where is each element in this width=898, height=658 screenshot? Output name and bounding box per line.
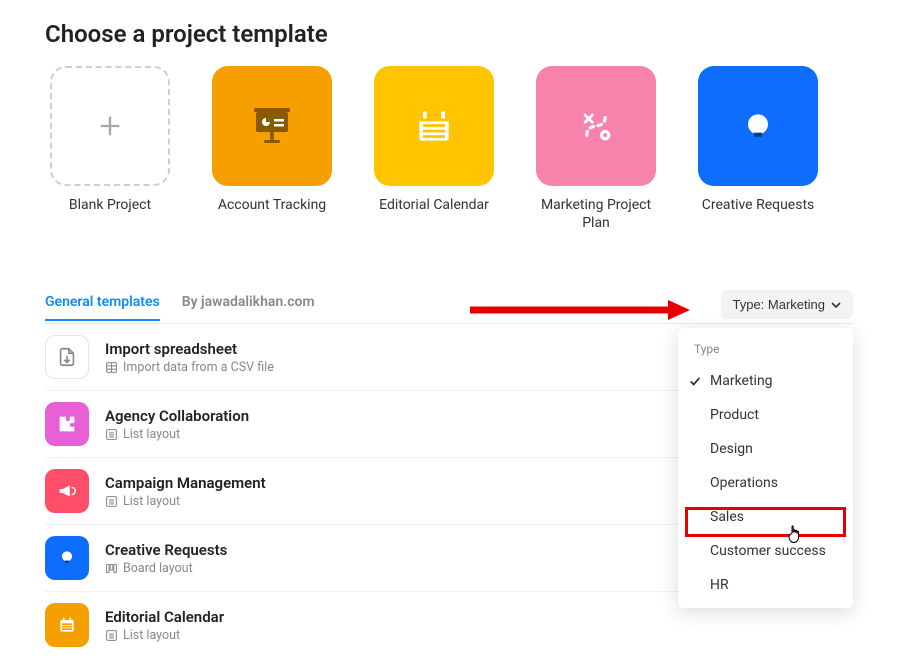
dropdown-item-product[interactable]: Product [678, 398, 853, 432]
row-sub-text: List layout [123, 628, 180, 643]
row-title: Creative Requests [105, 541, 227, 559]
card-label: Account Tracking [218, 196, 326, 214]
row-sub-text: List layout [123, 494, 180, 509]
dropdown-item-marketing[interactable]: Marketing [678, 364, 853, 398]
tab-general-templates[interactable]: General templates [45, 294, 160, 320]
row-title: Agency Collaboration [105, 407, 249, 425]
dropdown-item-label: Operations [710, 475, 778, 491]
dropdown-item-label: Customer success [710, 543, 826, 559]
template-card-marketing-plan[interactable]: Marketing Project Plan [531, 66, 661, 232]
calendar-icon [374, 66, 494, 186]
dropdown-item-label: Marketing [710, 373, 773, 389]
spreadsheet-icon [105, 361, 118, 374]
import-icon [45, 335, 89, 379]
row-sub-text: Import data from a CSV file [123, 360, 274, 375]
row-title: Campaign Management [105, 474, 266, 492]
calendar-icon [45, 603, 89, 647]
row-sub-text: Board layout [123, 561, 193, 576]
list-icon [105, 428, 118, 441]
template-card-creative-requests[interactable]: Creative Requests [693, 66, 823, 232]
dropdown-item-design[interactable]: Design [678, 432, 853, 466]
card-label: Blank Project [69, 196, 151, 214]
template-card-editorial-calendar[interactable]: Editorial Calendar [369, 66, 499, 232]
plus-icon [50, 66, 170, 186]
dropdown-item-operations[interactable]: Operations [678, 466, 853, 500]
dropdown-item-label: Product [710, 407, 759, 423]
template-card-account-tracking[interactable]: Account Tracking [207, 66, 337, 232]
tabs-row: General templates By jawadalikhan.com Ty… [45, 290, 853, 324]
megaphone-icon [45, 469, 89, 513]
path-icon [536, 66, 656, 186]
page-title: Choose a project template [45, 20, 853, 48]
template-cards-row: Blank Project Account Tracking Editorial… [45, 66, 853, 232]
type-filter-button[interactable]: Type: Marketing [721, 290, 854, 319]
lightbulb-icon [45, 536, 89, 580]
list-icon [105, 629, 118, 642]
chevron-down-icon [831, 300, 841, 310]
card-label: Creative Requests [702, 196, 815, 214]
list-icon [105, 495, 118, 508]
dropdown-item-sales[interactable]: Sales [678, 500, 853, 534]
template-card-blank[interactable]: Blank Project [45, 66, 175, 232]
card-label: Marketing Project Plan [531, 196, 661, 232]
row-title: Editorial Calendar [105, 608, 224, 626]
row-title: Import spreadsheet [105, 340, 274, 358]
dropdown-header: Type [678, 338, 853, 364]
dropdown-item-hr[interactable]: HR [678, 568, 853, 602]
type-filter-dropdown: Type Marketing Product Design Operations… [678, 328, 853, 608]
card-label: Editorial Calendar [379, 196, 489, 214]
lightbulb-icon [698, 66, 818, 186]
type-filter-label: Type: Marketing [733, 297, 826, 312]
dropdown-item-customer-success[interactable]: Customer success [678, 534, 853, 568]
presentation-icon [212, 66, 332, 186]
dropdown-item-label: Sales [710, 509, 744, 525]
check-icon [688, 374, 702, 388]
row-sub-text: List layout [123, 427, 180, 442]
board-icon [105, 562, 118, 575]
puzzle-icon [45, 402, 89, 446]
tab-by-author[interactable]: By jawadalikhan.com [182, 294, 315, 320]
dropdown-item-label: HR [710, 577, 729, 593]
dropdown-item-label: Design [710, 441, 753, 457]
